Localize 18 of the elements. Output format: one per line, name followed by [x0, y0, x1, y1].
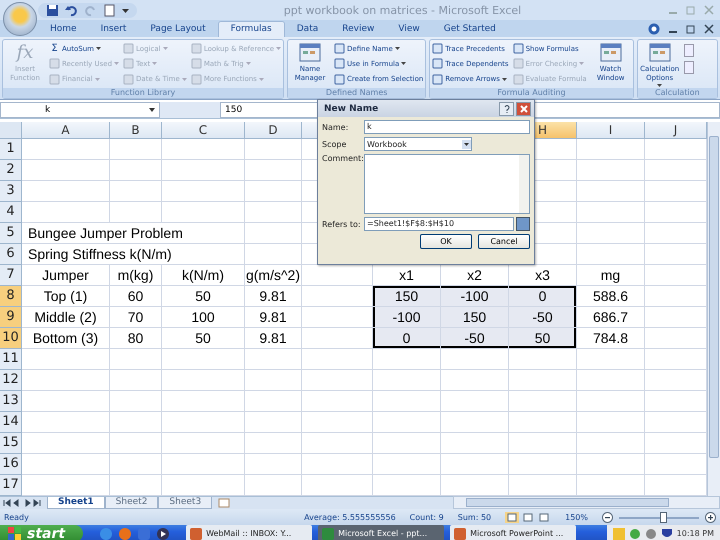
- function-symbol: fx: [16, 41, 34, 65]
- field-label: Comment:: [322, 154, 364, 163]
- group-label: Function Library: [3, 88, 284, 98]
- dialog-title: New Name: [324, 104, 378, 114]
- field-label: Name:: [322, 122, 350, 132]
- window-title: ppt workbook on matrices - Microsoft Excel: [282, 4, 522, 16]
- status-text: Ready: [4, 512, 29, 522]
- status-text: Average: 5.555555556: [304, 512, 396, 522]
- field-label: Refers to:: [322, 220, 362, 228]
- field-label: Scope: [322, 140, 348, 148]
- clock: 10:18 PM: [676, 529, 714, 538]
- status-text: Count: 9: [410, 512, 444, 522]
- status-text: Sum: 50: [458, 512, 492, 522]
- group-label: Calculation: [638, 88, 717, 98]
- sigma-symbol: Σ: [50, 43, 59, 54]
- group-label: Formula Auditing: [430, 88, 633, 98]
- zoom-level: 150%: [565, 512, 588, 522]
- group-label: Defined Names: [288, 88, 426, 98]
